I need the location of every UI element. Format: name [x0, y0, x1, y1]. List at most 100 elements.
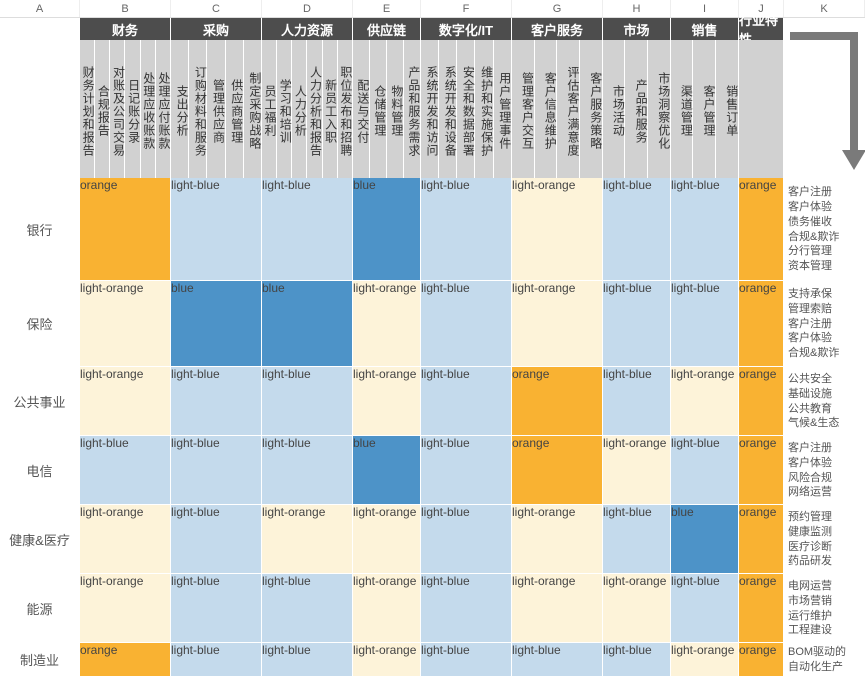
heatmap-cell: orange: [739, 505, 784, 573]
annotation-line: 合规&欺诈: [788, 230, 865, 245]
annotation-line: BOM驱动的: [788, 645, 865, 660]
column-letter: H: [603, 0, 671, 17]
column-letter: G: [512, 0, 603, 17]
annotation-column: 客户注册客户体验债务催收合规&欺诈分行管理资本管理支持承保管理索赔客户注册客户体…: [784, 18, 865, 677]
heatmap-cell: orange: [512, 436, 603, 504]
heatmap-cell: light-blue: [603, 643, 671, 676]
heatmap-cell: light-blue: [171, 178, 262, 280]
row-annotation: 客户注册客户体验债务催收合规&欺诈分行管理资本管理: [784, 178, 865, 281]
heatmap-cell: light-orange: [512, 505, 603, 573]
heatmap-cell: light-blue: [671, 436, 739, 504]
heatmap-cell: light-orange: [80, 281, 171, 366]
heatmap-cell: light-blue: [171, 436, 262, 504]
sub-header: 仓储管理: [370, 40, 387, 178]
annotation-line: 工程建设: [788, 623, 865, 638]
heatmap-cell: light-orange: [603, 574, 671, 642]
sub-header: 日记账分录: [125, 40, 140, 178]
group-header: 采购: [171, 18, 262, 40]
heatmap-cell: light-blue: [603, 505, 671, 573]
heatmap-cell: light-blue: [603, 178, 671, 280]
group-header: 销售: [671, 18, 739, 40]
heatmap-cell: light-orange: [512, 574, 603, 642]
heatmap-cell: light-blue: [80, 436, 171, 504]
annotation-line: 客户注册: [788, 185, 865, 200]
row-header-spacer: [0, 18, 80, 178]
group-header: 人力资源: [262, 18, 353, 40]
sub-header: 客户管理: [693, 40, 716, 178]
heatmap-cell: light-blue: [671, 178, 739, 280]
grid-area: 财务采购人力资源供应链数字化/IT客户服务市场销售行业特性财务计划和报告合规报告…: [80, 18, 784, 677]
heatmap-cell: light-orange: [80, 367, 171, 435]
heatmap-cell: light-orange: [671, 643, 739, 676]
heatmap-cell: orange: [739, 436, 784, 504]
annotation-line: 预约管理: [788, 510, 865, 525]
heatmap-cell: light-blue: [671, 574, 739, 642]
sub-header: 财务计划和报告: [80, 40, 95, 178]
group-header: 供应链: [353, 18, 421, 40]
annotation-line: 客户体验: [788, 200, 865, 215]
annotation-line: 支持承保: [788, 287, 865, 302]
sub-header: 维护和实施保护: [475, 40, 493, 178]
heatmap-cell: light-blue: [603, 367, 671, 435]
annotation-line: 健康监测: [788, 525, 865, 540]
heatmap-cell: light-blue: [262, 367, 353, 435]
group-header: 客户服务: [512, 18, 603, 40]
group-header: 财务: [80, 18, 171, 40]
group-header: 市场: [603, 18, 671, 40]
column-letter: D: [262, 0, 353, 17]
heatmap-cell: light-orange: [353, 574, 421, 642]
column-letter: C: [171, 0, 262, 17]
heatmap-cell: light-orange: [353, 367, 421, 435]
row-header-column: 银行保险公共事业电信健康&医疗能源制造业: [0, 18, 80, 677]
annotation-line: 自动化生产: [788, 660, 865, 675]
column-letter: E: [353, 0, 421, 17]
sub-header: 人力分析: [292, 40, 307, 178]
sub-header: 订购材料和服务: [189, 40, 207, 178]
annotation-line: 公共安全: [788, 372, 865, 387]
annotation-line: 市场营销: [788, 594, 865, 609]
column-letter-row: ABCDEFGHIJK: [0, 0, 865, 18]
annotation-line: 管理索赔: [788, 302, 865, 317]
row-annotation: 预约管理健康监测医疗诊断药品研发: [784, 505, 865, 574]
spreadsheet-heatmap: ABCDEFGHIJK 银行保险公共事业电信健康&医疗能源制造业 财务采购人力资…: [0, 0, 865, 677]
sub-header: 处理应收账款: [141, 40, 156, 178]
column-letter: F: [421, 0, 512, 17]
sub-header: 供应商管理: [226, 40, 244, 178]
heatmap-cell: orange: [739, 281, 784, 366]
sub-header: 渠道管理: [671, 40, 694, 178]
annotation-line: 网络运营: [788, 485, 865, 500]
annotation-line: 资本管理: [788, 259, 865, 274]
row-annotation: 公共安全基础设施公共教育气候&生态: [784, 367, 865, 436]
annotation-line: 客户体验: [788, 331, 865, 346]
sub-header: 处理应付账款: [156, 40, 171, 178]
annotation-line: 风险合规: [788, 471, 865, 486]
annotation-line: 债务催收: [788, 215, 865, 230]
heatmap-cell: light-blue: [262, 643, 353, 676]
heatmap-cell: orange: [739, 574, 784, 642]
row-annotation: 电网运营市场营销运行维护工程建设: [784, 574, 865, 643]
heatmap-cell: light-blue: [421, 178, 512, 280]
sub-header: 员工福利: [262, 40, 277, 178]
sub-header: 市场洞察优化: [648, 40, 671, 178]
row-annotation: BOM驱动的自动化生产: [784, 643, 865, 677]
heatmap-cell: blue: [353, 178, 421, 280]
annotation-line: 药品研发: [788, 554, 865, 569]
annotation-line: 客户注册: [788, 317, 865, 332]
heatmap-cell: light-orange: [353, 281, 421, 366]
heatmap-cell: light-orange: [80, 505, 171, 573]
heatmap-cell: light-blue: [421, 436, 512, 504]
heatmap-cell: orange: [739, 367, 784, 435]
annotation-line: 公共教育: [788, 402, 865, 417]
annotation-line: 医疗诊断: [788, 540, 865, 555]
heatmap-cell: blue: [262, 281, 353, 366]
sub-header: 配送与交付: [353, 40, 370, 178]
sub-header: 学习和培训: [277, 40, 292, 178]
row-header: 银行: [0, 178, 80, 281]
heatmap-cell: orange: [80, 643, 171, 676]
sub-header: 系统开发和设备: [439, 40, 457, 178]
row-annotation: 支持承保管理索赔客户注册客户体验合规&欺诈: [784, 281, 865, 367]
heatmap-cell: light-blue: [171, 574, 262, 642]
heatmap-cell: light-blue: [421, 281, 512, 366]
sub-header: 用户管理事件: [494, 40, 512, 178]
sub-header: 产品和服务需求: [404, 40, 421, 178]
